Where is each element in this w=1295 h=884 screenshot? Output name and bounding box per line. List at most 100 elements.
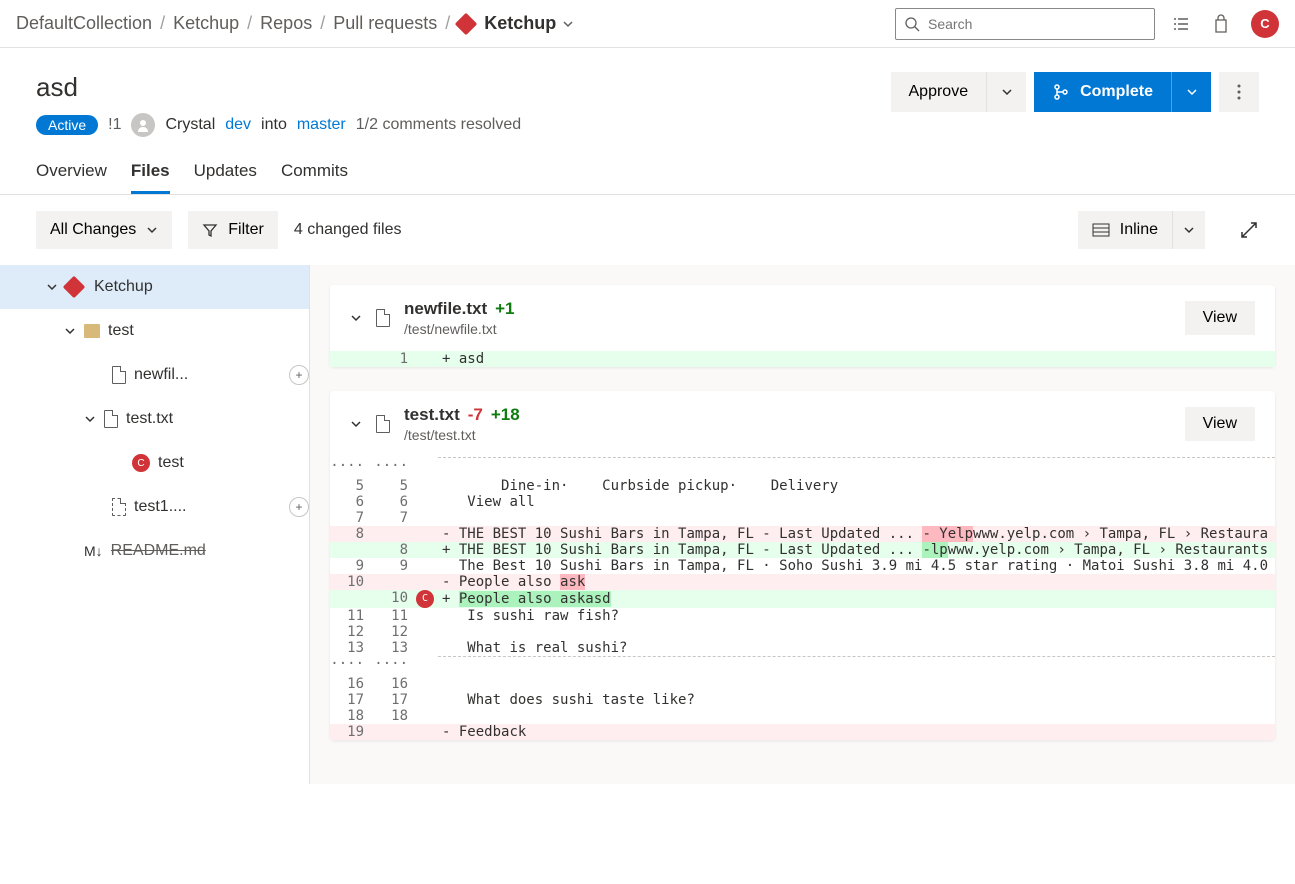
complete-button[interactable]: Complete bbox=[1034, 72, 1171, 112]
author-name[interactable]: Crystal bbox=[165, 116, 215, 134]
tree-file-test1[interactable]: test1.... + bbox=[0, 485, 309, 529]
repo-icon bbox=[455, 12, 478, 35]
file-icon bbox=[112, 366, 126, 384]
tree-file-newfile[interactable]: newfil... + bbox=[0, 353, 309, 397]
diff-table: ········55 Dine-in· Curbside pickup· Del… bbox=[330, 457, 1275, 740]
tree-repo-root[interactable]: Ketchup bbox=[0, 265, 309, 309]
inline-view-button[interactable]: Inline bbox=[1078, 211, 1173, 249]
pr-meta: Active !1 Crystal dev into master 1/2 co… bbox=[36, 113, 891, 137]
repo-icon bbox=[63, 276, 86, 299]
target-branch[interactable]: master bbox=[297, 116, 346, 134]
folder-icon bbox=[84, 324, 100, 338]
deletions-count: -7 bbox=[468, 405, 483, 425]
all-changes-dropdown[interactable]: All Changes bbox=[36, 211, 172, 249]
tree-folder[interactable]: test bbox=[0, 309, 309, 353]
breadcrumb-item[interactable]: Repos bbox=[260, 13, 312, 34]
files-toolbar: All Changes Filter 4 changed files Inlin… bbox=[0, 195, 1295, 265]
user-avatar[interactable]: C bbox=[1251, 10, 1279, 38]
chevron-down-icon[interactable] bbox=[350, 418, 362, 430]
file-icon bbox=[104, 410, 118, 428]
filter-icon bbox=[202, 222, 218, 238]
add-badge: + bbox=[289, 365, 309, 385]
tree-file-readme[interactable]: M↓ README.md bbox=[0, 529, 309, 573]
top-header: DefaultCollection/ Ketchup/ Repos/ Pull … bbox=[0, 0, 1295, 48]
file-tree: Ketchup test newfil... + test.txt C test… bbox=[0, 265, 310, 784]
list-icon[interactable] bbox=[1171, 14, 1191, 34]
add-badge: + bbox=[289, 497, 309, 517]
pr-id: !1 bbox=[108, 116, 121, 134]
filter-button[interactable]: Filter bbox=[188, 211, 278, 249]
comments-resolved[interactable]: 1/2 comments resolved bbox=[356, 116, 521, 134]
diff-line[interactable]: The Best 10 Sushi Bars in Tampa, FL · So… bbox=[438, 558, 1275, 574]
changed-files-count: 4 changed files bbox=[294, 221, 402, 239]
diff-line[interactable]: + People also askasd bbox=[438, 590, 1275, 608]
tab-overview[interactable]: Overview bbox=[36, 161, 107, 194]
search-input[interactable] bbox=[928, 16, 1146, 32]
breadcrumb-item[interactable]: Ketchup bbox=[173, 13, 239, 34]
chevron-down-icon bbox=[64, 325, 76, 337]
tree-file-test[interactable]: test.txt bbox=[0, 397, 309, 441]
breadcrumb-item[interactable]: DefaultCollection bbox=[16, 13, 152, 34]
comment-marker[interactable]: C bbox=[416, 590, 434, 608]
additions-count: +18 bbox=[491, 405, 520, 425]
file-card: test.txt -7 +18 /test/test.txt View ·····… bbox=[330, 391, 1275, 740]
file-path: /test/newfile.txt bbox=[404, 321, 515, 337]
tree-comment-thread[interactable]: C test bbox=[0, 441, 309, 485]
file-path: /test/test.txt bbox=[404, 427, 520, 443]
diff-line[interactable]: + asd bbox=[438, 351, 1275, 367]
diff-line[interactable]: Is sushi raw fish? bbox=[438, 608, 1275, 624]
author-avatar[interactable] bbox=[131, 113, 155, 137]
diff-line[interactable] bbox=[438, 510, 1275, 526]
diff-line[interactable]: Dine-in· Curbside pickup· Delivery bbox=[438, 478, 1275, 494]
approve-dropdown[interactable] bbox=[986, 72, 1026, 112]
more-actions-button[interactable] bbox=[1219, 72, 1259, 112]
file-name: newfile.txt bbox=[404, 299, 487, 319]
diff-line[interactable] bbox=[438, 624, 1275, 640]
markdown-icon: M↓ bbox=[84, 543, 103, 559]
diff-line[interactable]: + THE BEST 10 Sushi Bars in Tampa, FL - … bbox=[438, 542, 1275, 558]
file-card: newfile.txt +1 /test/newfile.txt View 1+ … bbox=[330, 285, 1275, 367]
diff-line[interactable]: What is real sushi? bbox=[438, 640, 1275, 657]
diff-line[interactable]: - People also ask bbox=[438, 574, 1275, 590]
tab-updates[interactable]: Updates bbox=[194, 161, 257, 194]
chevron-down-icon bbox=[46, 281, 58, 293]
file-name: test.txt bbox=[404, 405, 460, 425]
diff-table: 1+ asd bbox=[330, 351, 1275, 367]
shopping-bag-icon[interactable] bbox=[1211, 14, 1231, 34]
chevron-down-icon bbox=[562, 18, 574, 30]
diff-line[interactable]: - THE BEST 10 Sushi Bars in Tampa, FL - … bbox=[438, 526, 1275, 542]
breadcrumb-item[interactable]: Pull requests bbox=[333, 13, 437, 34]
diff-line[interactable]: What does sushi taste like? bbox=[438, 692, 1275, 708]
diff-area: newfile.txt +1 /test/newfile.txt View 1+ … bbox=[310, 265, 1295, 784]
chevron-down-icon bbox=[84, 413, 96, 425]
pr-tabs: Overview Files Updates Commits bbox=[0, 137, 1295, 195]
breadcrumbs: DefaultCollection/ Ketchup/ Repos/ Pull … bbox=[16, 13, 895, 34]
diff-line[interactable] bbox=[438, 708, 1275, 724]
file-icon bbox=[376, 415, 390, 433]
complete-dropdown[interactable] bbox=[1171, 72, 1211, 112]
status-badge: Active bbox=[36, 115, 98, 135]
search-box[interactable] bbox=[895, 8, 1155, 40]
pr-actions: Approve Complete bbox=[891, 72, 1260, 112]
inline-icon bbox=[1092, 223, 1110, 237]
file-icon bbox=[112, 498, 126, 516]
diff-line[interactable]: View all bbox=[438, 494, 1275, 510]
diff-line[interactable]: - Feedback bbox=[438, 724, 1275, 740]
fullscreen-icon[interactable] bbox=[1239, 220, 1259, 240]
additions-count: +1 bbox=[495, 299, 514, 319]
merge-icon bbox=[1052, 83, 1070, 101]
approve-button[interactable]: Approve bbox=[891, 72, 987, 112]
diff-line[interactable] bbox=[438, 676, 1275, 692]
pr-title: asd bbox=[36, 72, 891, 103]
pr-header: asd Active !1 Crystal dev into master 1/… bbox=[0, 48, 1295, 137]
source-branch[interactable]: dev bbox=[225, 116, 251, 134]
tab-commits[interactable]: Commits bbox=[281, 161, 348, 194]
file-icon bbox=[376, 309, 390, 327]
inline-dropdown[interactable] bbox=[1173, 211, 1205, 249]
chevron-down-icon[interactable] bbox=[350, 312, 362, 324]
tab-files[interactable]: Files bbox=[131, 161, 170, 194]
view-file-button[interactable]: View bbox=[1185, 301, 1255, 335]
content-area: Ketchup test newfil... + test.txt C test… bbox=[0, 265, 1295, 784]
repo-selector[interactable]: Ketchup bbox=[458, 13, 574, 34]
view-file-button[interactable]: View bbox=[1185, 407, 1255, 441]
